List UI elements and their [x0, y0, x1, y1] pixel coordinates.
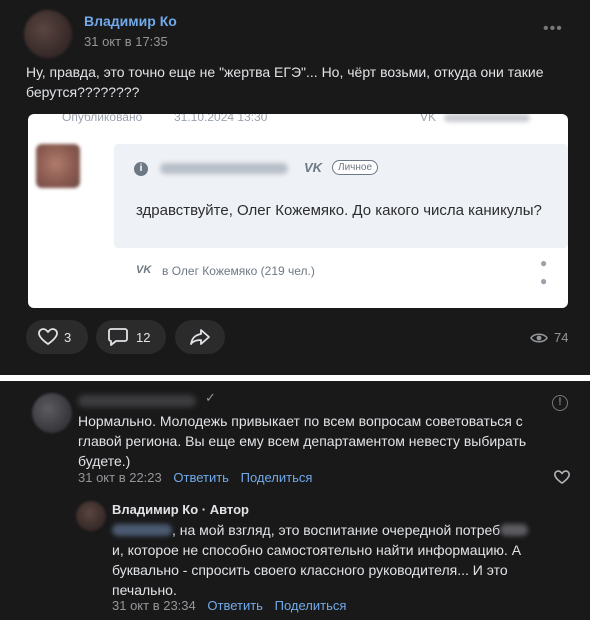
- screenshot-published-date: 31.10.2024 13:30: [174, 114, 268, 124]
- vk-source-icon: VK: [136, 264, 152, 276]
- comment-date[interactable]: 31 окт в 22:23: [78, 470, 162, 485]
- like-button[interactable]: 3: [26, 320, 88, 354]
- report-icon[interactable]: !: [552, 395, 568, 411]
- comment-like-icon[interactable]: [554, 470, 570, 485]
- comments-count: 12: [136, 329, 151, 345]
- likes-count: 3: [64, 329, 72, 345]
- embedded-screenshot[interactable]: Опубликовано 31.10.2024 13:30 VK i VK Ли…: [28, 114, 568, 308]
- comments-card: ✓ ! Нормально. Молодежь привыкает по все…: [0, 381, 590, 620]
- reply-author-avatar[interactable]: [76, 501, 106, 531]
- eye-icon: [530, 332, 548, 343]
- screenshot-message-bubble: i VK Личное здравствуйте, Олег Кожемяко.…: [114, 144, 568, 248]
- reply-text-part2: и, которое не способно самостоятельно на…: [112, 542, 522, 598]
- share-button[interactable]: [175, 320, 225, 354]
- screenshot-vk-small-icon: VK: [420, 114, 437, 124]
- reply-date[interactable]: 31 окт в 23:34: [112, 598, 196, 613]
- chat-icon-2: ●: [540, 274, 548, 288]
- chat-icon: ●: [540, 256, 548, 270]
- reply-share-link[interactable]: Поделиться: [275, 598, 347, 613]
- reply-link[interactable]: Ответить: [173, 470, 229, 485]
- author-avatar[interactable]: [24, 10, 72, 58]
- blurred-word: [500, 524, 529, 536]
- screenshot-source: в Олег Кожемяко (219 чел.): [162, 264, 315, 278]
- views-count: 74: [554, 330, 569, 345]
- comment-meta: 31 окт в 22:23 Ответить Поделиться: [78, 470, 312, 485]
- blurred-sender-name: [160, 163, 288, 174]
- reply-reply-link[interactable]: Ответить: [207, 598, 263, 613]
- comment-icon: [108, 328, 128, 346]
- share-link[interactable]: Поделиться: [241, 470, 313, 485]
- blurred-mention: [112, 524, 172, 536]
- post-author[interactable]: Владимир Ко: [84, 13, 177, 29]
- blurred-text: [444, 114, 530, 122]
- reply-meta: 31 окт в 23:34 Ответить Поделиться: [112, 598, 346, 613]
- post-date[interactable]: 31 окт в 17:35: [84, 34, 168, 49]
- vk-logo-icon: VK: [304, 160, 323, 175]
- commenter-avatar[interactable]: [32, 393, 72, 433]
- views-counter: 74: [530, 330, 568, 345]
- reply-author[interactable]: Владимир Ко · Автор: [112, 502, 249, 517]
- reply-text-part1: , на мой взгляд, это воспитание очередно…: [172, 522, 501, 538]
- comment-text: Нормально. Молодежь привыкает по всем во…: [78, 413, 527, 469]
- reply-text: , на мой взгляд, это воспитание очередно…: [112, 520, 532, 600]
- screenshot-avatar: [36, 144, 80, 188]
- page: Владимир Ко 31 окт в 17:35 ••• Ну, правд…: [0, 0, 590, 620]
- verified-check-icon: ✓: [205, 390, 216, 405]
- blurred-commenter-name[interactable]: [78, 395, 196, 407]
- share-icon: [190, 329, 210, 345]
- post-text: Ну, правда, это точно еще не "жертва ЕГЭ…: [26, 64, 544, 100]
- screenshot-message-text: здравствуйте, Олег Кожемяко. До какого ч…: [136, 202, 542, 219]
- more-options-icon[interactable]: •••: [543, 20, 563, 38]
- comment-button[interactable]: 12: [96, 320, 166, 354]
- heart-icon: [38, 328, 58, 345]
- post-card: Владимир Ко 31 окт в 17:35 ••• Ну, правд…: [0, 0, 590, 375]
- info-icon: i: [134, 162, 148, 176]
- personal-badge: Личное: [332, 160, 379, 175]
- screenshot-published-label: Опубликовано: [62, 114, 143, 124]
